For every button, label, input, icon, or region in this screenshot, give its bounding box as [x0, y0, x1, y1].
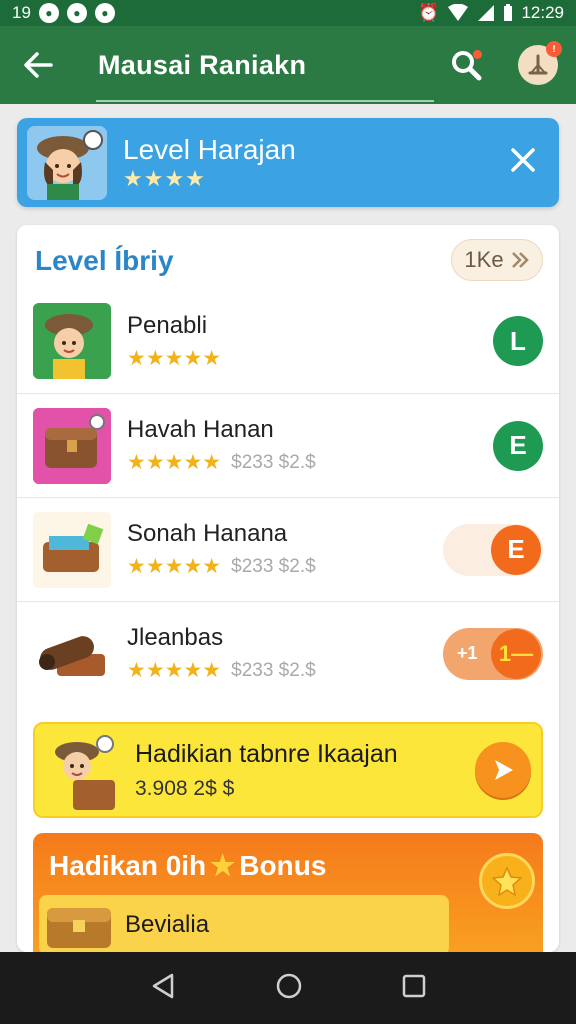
bonus-reward-label: Bevialia	[125, 911, 210, 938]
character-avatar	[27, 125, 107, 200]
promo-title: Hadikian tabnre Ikaajan	[135, 739, 398, 768]
notification-icon: ●	[38, 3, 59, 23]
search-notification-dot	[473, 50, 482, 59]
filter-chip[interactable]: 1Ke	[451, 239, 543, 281]
promo-card[interactable]: Hadikian tabnre Ikaajan 3.908 2$ $	[33, 722, 543, 818]
alarm-icon: ⏰	[418, 3, 440, 22]
item-badge-pill[interactable]: E	[443, 523, 543, 576]
item-badge[interactable]: E	[493, 420, 543, 471]
arrow-left-icon	[24, 52, 53, 78]
item-title: Sonah Hanana	[127, 520, 288, 547]
bonus-title: Hadikan 0ih ★ Bonus	[49, 849, 326, 882]
item-badge[interactable]: L	[493, 316, 543, 366]
item-price: $233 $2.$	[231, 555, 316, 577]
promo-play-button[interactable]	[475, 742, 531, 798]
wifi-icon	[448, 4, 469, 21]
page-title: Mausai Raniakn	[98, 49, 307, 80]
star-icon: ★	[210, 850, 236, 881]
list-item[interactable]: Havah Hanan ★★★★★ $233 $2.$ E	[17, 393, 559, 497]
item-thumbnail	[33, 615, 111, 692]
item-badge: E	[491, 524, 541, 575]
promo-subtitle: 3.908 2$ $	[135, 776, 235, 800]
profile-avatar-button[interactable]: !	[518, 41, 562, 85]
notification-icon: ●	[94, 3, 115, 23]
triangle-back-icon	[152, 973, 173, 998]
level-banner[interactable]: Level Harajan ★★★★	[17, 118, 559, 207]
bonus-title-left: Hadikan 0ih	[49, 849, 207, 881]
user-icon	[528, 54, 548, 75]
status-bar: 19 ● ● ● ⏰ 12:29	[0, 0, 576, 26]
banner-title: Level Harajan	[123, 133, 296, 165]
signal-icon	[478, 5, 495, 21]
badge-prefix: +1	[457, 643, 478, 663]
system-nav-bar	[0, 952, 576, 1024]
list-item[interactable]: Sonah Hanana ★★★★★ $233 $2.$ E	[17, 497, 559, 601]
search-button[interactable]	[446, 45, 486, 85]
close-icon	[511, 148, 535, 172]
item-title: Jleanbas	[127, 624, 224, 651]
item-badge-pill[interactable]: +1 1—	[443, 627, 543, 680]
close-button[interactable]	[503, 143, 543, 182]
bonus-reward-row: Bevialia	[39, 895, 449, 952]
nav-home-button[interactable]	[275, 972, 303, 1005]
item-stars: ★★★★★	[127, 346, 222, 370]
item-thumbnail	[33, 407, 111, 484]
item-badge: 1—	[491, 628, 541, 679]
status-left-text: 19	[12, 3, 31, 22]
item-stars: ★★★★★	[127, 659, 222, 682]
nav-recents-button[interactable]	[402, 974, 426, 1003]
avatar-badge: !	[546, 41, 562, 57]
level-list-card: Level Íbriy 1Ke Penabli ★★★★★ L Havah Ha…	[17, 225, 559, 952]
item-title: Penabli	[127, 311, 208, 339]
item-stars: ★★★★★	[127, 555, 222, 578]
chip-label: 1Ke	[464, 247, 504, 272]
status-time: 12:29	[521, 3, 564, 22]
item-thumbnail	[33, 303, 111, 379]
back-button[interactable]	[18, 45, 58, 85]
app-bar: Mausai Raniakn !	[0, 26, 576, 104]
bonus-title-right: Bonus	[239, 849, 327, 881]
nav-back-button[interactable]	[150, 972, 176, 1005]
bonus-star-button[interactable]	[479, 853, 535, 909]
item-price: $233 $2.$	[231, 659, 316, 681]
section-title: Level Íbriy	[35, 245, 174, 276]
app-bar-underline	[96, 100, 434, 102]
play-star-icon	[495, 760, 513, 780]
banner-stars: ★★★★	[123, 165, 206, 191]
battery-icon	[504, 4, 513, 21]
item-price: $233 $2.$	[231, 451, 316, 473]
chevron-right-icon	[511, 252, 529, 268]
square-recent-icon	[403, 974, 426, 997]
promo-thumbnail	[45, 730, 121, 810]
notification-icon: ●	[66, 3, 87, 23]
item-thumbnail	[33, 511, 111, 588]
list-item[interactable]: Jleanbas ★★★★★ $233 $2.$ +1 1—	[17, 601, 559, 705]
item-stars: ★★★★★	[127, 451, 222, 474]
item-title: Havah Hanan	[127, 416, 274, 443]
bonus-card[interactable]: Hadikan 0ih ★ Bonus Bevialia	[33, 833, 543, 952]
treasure-chest-icon	[47, 908, 111, 948]
list-item[interactable]: Penabli ★★★★★ L	[17, 289, 559, 393]
circle-home-icon	[276, 973, 302, 998]
star-icon	[492, 866, 522, 896]
